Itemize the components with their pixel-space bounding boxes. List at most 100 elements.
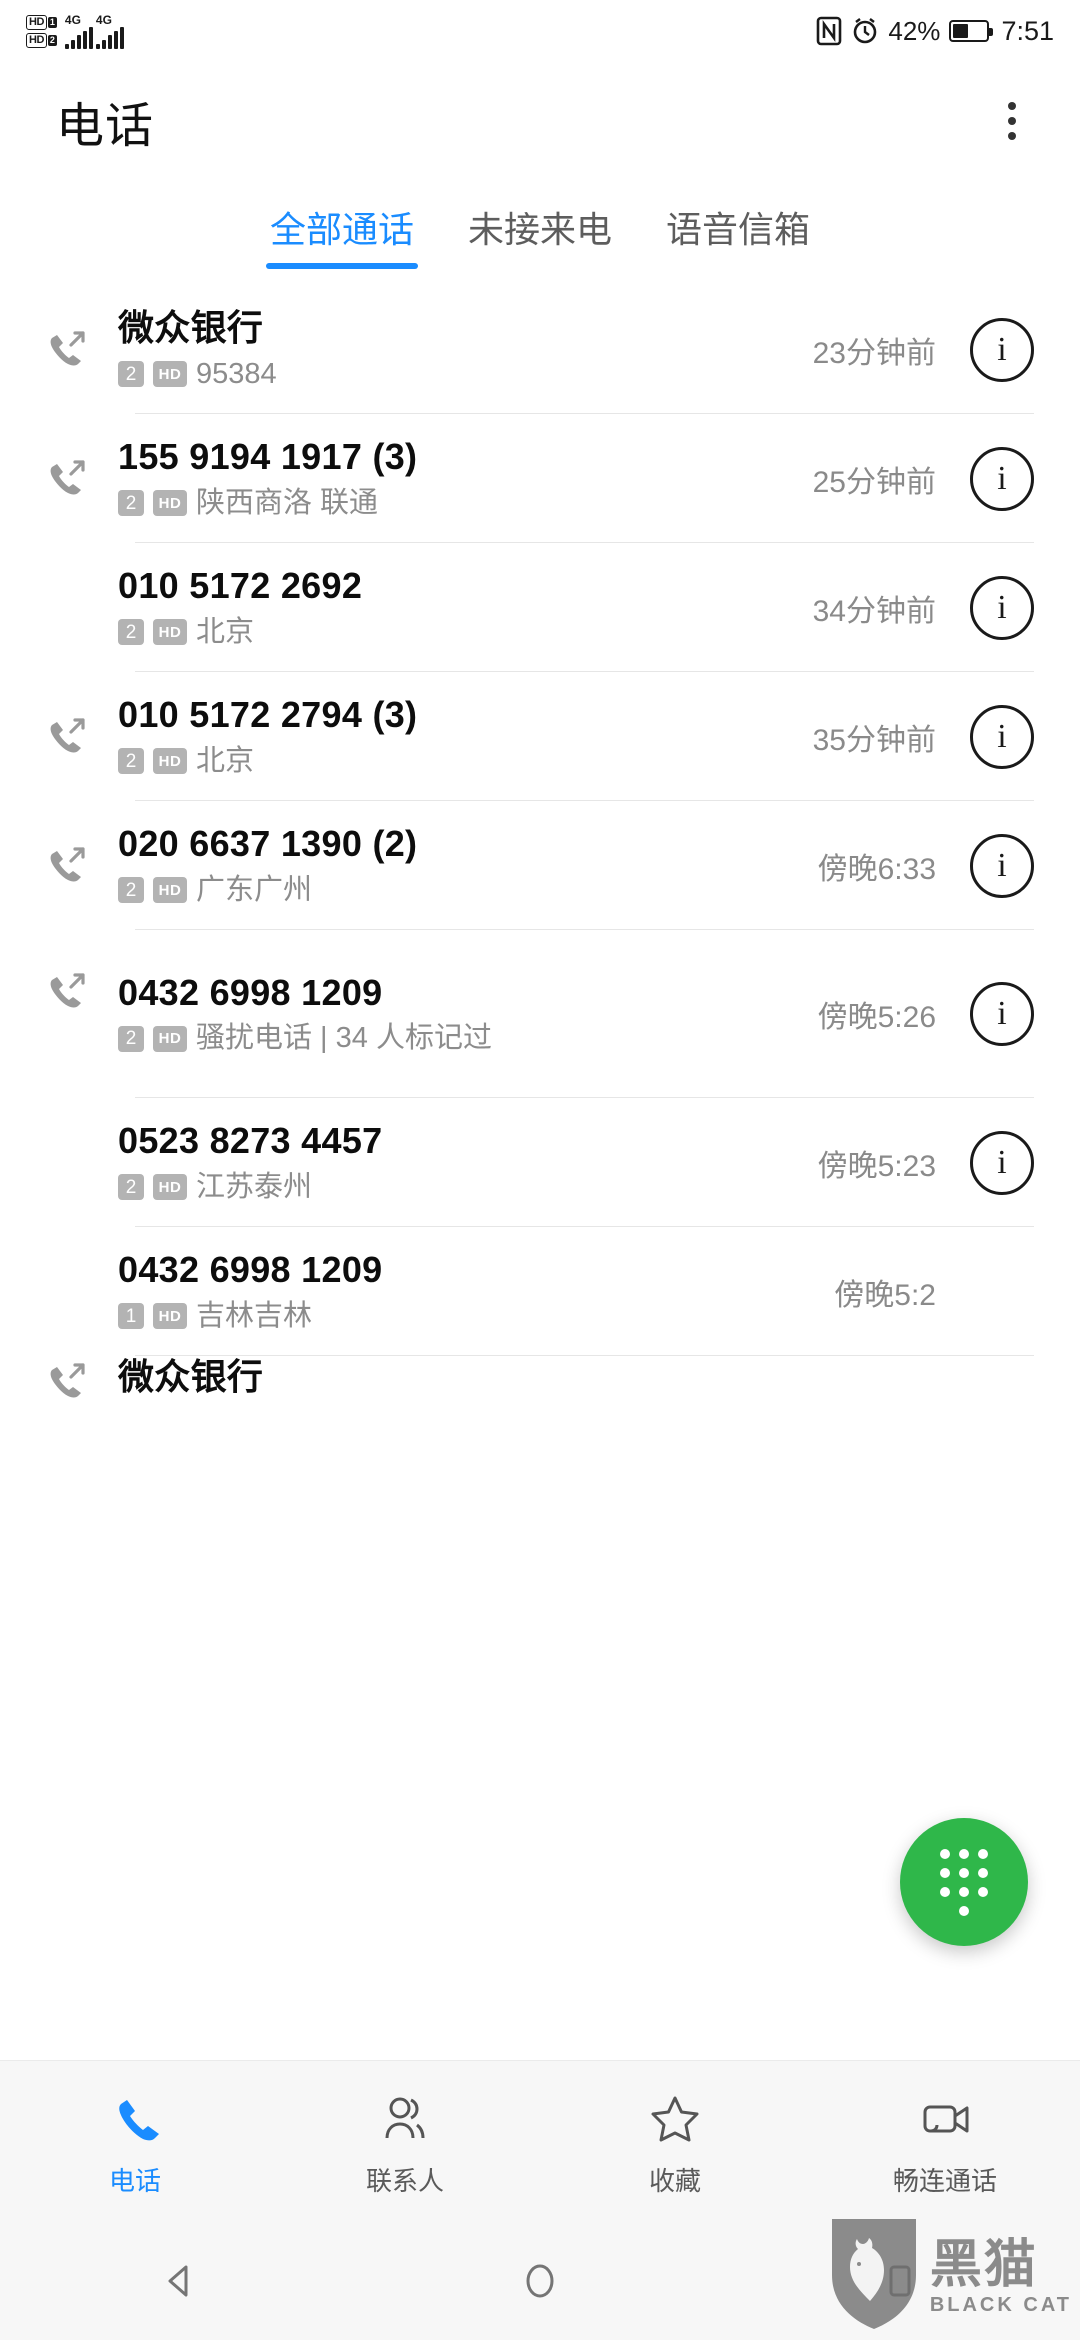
home-button[interactable] <box>460 2259 620 2303</box>
table-row[interactable]: 0523 8273 4457 2 HD 江苏泰州 傍晚5:23 i <box>0 1098 1080 1227</box>
bottom-navigation-bar: 电话 联系人 收藏 畅连通话 <box>0 2060 1080 2222</box>
contacts-icon <box>377 2091 433 2152</box>
hd-badge: HD <box>153 1303 187 1330</box>
status-bar-clock: 7:51 <box>1001 15 1054 46</box>
nav-item-favorites[interactable]: 收藏 <box>575 2091 775 2198</box>
call-subtitle-row: 2 HD 北京 <box>118 744 801 779</box>
nfc-icon <box>816 16 842 46</box>
sim-badge: 1 <box>118 1303 144 1330</box>
call-subtitle-row: 2 HD 骚扰电话 | 34 人标记过 <box>118 1021 806 1056</box>
call-subtitle-row: 2 HD 陕西商洛 联通 <box>118 486 801 521</box>
call-subtitle-row: 2 HD 广东广州 <box>118 873 806 908</box>
table-row[interactable]: 010 5172 2692 2 HD 北京 34分钟前 i <box>0 543 1080 672</box>
call-time: 傍晚5:26 <box>817 1001 936 1034</box>
status-bar-left: HD 1 HD 2 4G 4G <box>26 14 124 49</box>
call-subtitle: 广东广州 <box>196 873 313 906</box>
call-log-list[interactable]: 微众银行 2 HD 95384 23分钟前 i 155 9194 1917 (3… <box>0 285 1080 2060</box>
signal-sim2-icon: 4G <box>95 14 124 49</box>
call-title: 010 5172 2794 (3) <box>118 694 418 736</box>
back-button[interactable] <box>100 2259 260 2303</box>
call-entry-details: 010 5172 2794 (3) 2 HD 北京 <box>118 694 813 779</box>
call-subtitle: 骚扰电话 | 34 人标记过 <box>196 1022 492 1054</box>
call-time: 23分钟前 <box>812 336 936 370</box>
call-title: 010 5172 2692 <box>118 565 363 607</box>
battery-charging-icon <box>949 20 994 42</box>
info-circle-icon[interactable]: i <box>970 1130 1034 1195</box>
tab-bar: 全部通话 未接来电 语音信箱 <box>0 180 1080 290</box>
call-title: 微众银行 <box>118 307 264 349</box>
info-circle-icon[interactable]: i <box>970 982 1034 1046</box>
sim-badge: 2 <box>118 1025 144 1052</box>
sim-badge: 2 <box>118 877 144 904</box>
call-subtitle: 陕西商洛 联通 <box>196 486 379 519</box>
page-title: 电话 <box>56 100 155 153</box>
outgoing-call-icon <box>40 324 118 376</box>
table-row[interactable]: 155 9194 1917 (3) 2 HD 陕西商洛 联通 25分钟前 i <box>0 414 1080 543</box>
call-entry-details: 155 9194 1917 (3) 2 HD 陕西商洛 联通 <box>118 436 813 521</box>
nav-item-video-call[interactable]: 畅连通话 <box>845 2091 1045 2198</box>
status-bar: HD 1 HD 2 4G 4G 42% 7:51 <box>0 0 1080 62</box>
status-bar-right: 42% 7:51 <box>816 16 1054 47</box>
nav-item-contacts[interactable]: 联系人 <box>305 2091 505 2198</box>
sim-badge: 2 <box>118 490 144 517</box>
table-row[interactable]: 0432 6998 1209 1 HD 吉林吉林 傍晚5:2 i <box>0 1227 1080 1356</box>
alarm-clock-icon <box>851 16 879 46</box>
table-row[interactable]: 微众银行 <box>0 1356 1080 1400</box>
hd-badge: HD <box>153 877 187 904</box>
tab-missed-calls[interactable]: 未接来电 <box>464 195 616 275</box>
phone-app-screen: HD 1 HD 2 4G 4G 42% 7:51 电话 全部通话 未接来电 语音… <box>0 0 1080 2340</box>
tab-voicemail[interactable]: 语音信箱 <box>662 195 814 275</box>
call-title: 0432 6998 1209 <box>118 971 383 1013</box>
call-time: 傍晚6:33 <box>817 852 936 886</box>
call-subtitle: 江苏泰州 <box>196 1170 313 1203</box>
info-circle-icon[interactable]: i <box>970 317 1034 382</box>
nav-item-phone[interactable]: 电话 <box>35 2091 235 2198</box>
call-subtitle: 北京 <box>196 744 255 777</box>
outgoing-call-icon <box>40 1356 118 1400</box>
app-bar: 电话 <box>0 62 1080 180</box>
outgoing-call-icon <box>40 711 118 763</box>
dialpad-fab-button[interactable] <box>900 1818 1028 1946</box>
hd-badge: HD <box>153 1174 187 1201</box>
call-time: 傍晚5:2 <box>834 1278 936 1312</box>
call-time: 34分钟前 <box>812 594 936 628</box>
table-row[interactable]: 020 6637 1390 (2) 2 HD 广东广州 傍晚6:33 i <box>0 801 1080 930</box>
sim-badge: 2 <box>118 361 144 388</box>
call-entry-details: 微众银行 2 HD 95384 <box>118 307 813 392</box>
call-subtitle-row: 2 HD 95384 <box>118 357 801 392</box>
tab-all-calls[interactable]: 全部通话 <box>265 195 419 275</box>
call-time: 25分钟前 <box>812 465 936 499</box>
call-title: 0432 6998 1209 <box>118 1249 383 1291</box>
recents-button[interactable] <box>820 2259 980 2303</box>
info-circle-icon[interactable]: i <box>970 575 1034 640</box>
sim-badge: 2 <box>118 619 144 646</box>
table-row[interactable]: 微众银行 2 HD 95384 23分钟前 i <box>0 285 1080 414</box>
call-entry-details: 0523 8273 4457 2 HD 江苏泰州 <box>118 1120 818 1205</box>
video-call-icon <box>917 2091 973 2152</box>
call-entry-details: 微众银行 <box>118 1356 1034 1397</box>
more-vertical-icon[interactable] <box>996 90 1028 152</box>
nav-label-phone: 电话 <box>108 2166 161 2196</box>
table-row[interactable]: 0432 6998 1209 2 HD 骚扰电话 | 34 人标记过 傍晚5:2… <box>0 930 1080 1098</box>
call-subtitle-row: 2 HD 北京 <box>118 615 801 650</box>
call-subtitle: 北京 <box>196 615 255 648</box>
call-entry-details: 020 6637 1390 (2) 2 HD 广东广州 <box>118 823 818 908</box>
sim-badge: 2 <box>118 748 144 775</box>
hd-badge: HD <box>153 748 187 775</box>
call-entry-details: 0432 6998 1209 1 HD 吉林吉林 <box>118 1249 834 1334</box>
sim-badge: 2 <box>118 1174 144 1201</box>
phone-icon <box>107 2091 163 2152</box>
outgoing-call-icon <box>40 453 118 505</box>
info-circle-icon[interactable]: i <box>970 704 1034 769</box>
table-row[interactable]: 010 5172 2794 (3) 2 HD 北京 35分钟前 i <box>0 672 1080 801</box>
call-entry-details: 010 5172 2692 2 HD 北京 <box>118 565 813 650</box>
hd-badge: HD <box>153 490 187 517</box>
nav-label-favorites: 收藏 <box>648 2166 701 2196</box>
info-circle-icon[interactable]: i <box>970 833 1034 898</box>
hd-badge: HD <box>153 1025 187 1052</box>
call-subtitle-row: 2 HD 江苏泰州 <box>118 1170 806 1205</box>
call-title: 020 6637 1390 (2) <box>118 823 418 865</box>
info-circle-icon[interactable]: i <box>970 446 1034 511</box>
call-time: 35分钟前 <box>812 723 936 757</box>
signal-sim1-icon: 4G <box>64 14 93 49</box>
